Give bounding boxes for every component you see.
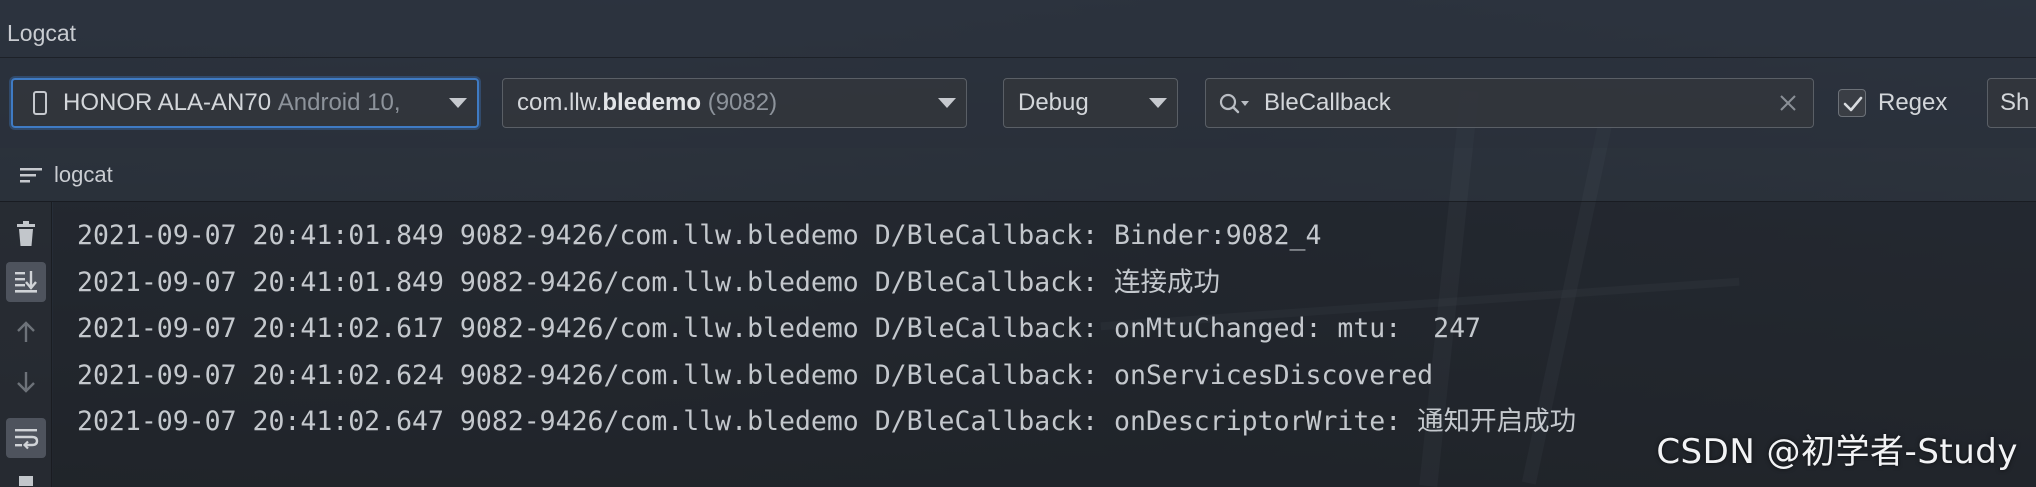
logcat-window: Logcat HONOR ALA-AN70 Android 10, com.ll… — [0, 0, 2036, 487]
log-line: 2021-09-07 20:41:01.849 9082-9426/com.ll… — [77, 267, 1221, 298]
log-line: 2021-09-07 20:41:02.647 9082-9426/com.ll… — [77, 406, 1577, 437]
device-detail: Android 10, — [277, 89, 401, 116]
log-line: 2021-09-07 20:41:01.849 9082-9426/com.ll… — [77, 220, 1322, 251]
device-name: HONOR ALA-AN70 — [63, 89, 272, 116]
search-field[interactable] — [1205, 78, 1814, 128]
chevron-down-icon[interactable] — [1149, 98, 1167, 108]
log-level-value: Debug — [1018, 89, 1089, 116]
show-filter-selector[interactable]: Sh — [1987, 78, 2036, 128]
soft-wrap-icon — [15, 429, 39, 450]
watermark: CSDN @初学者-Study — [1656, 432, 2018, 472]
package-selector[interactable]: com.llw. bledemo (9082) — [502, 78, 967, 128]
tab-label: logcat — [54, 162, 113, 187]
log-level-selector[interactable]: Debug — [1003, 78, 1178, 128]
search-icon[interactable] — [1218, 91, 1252, 117]
package-prefix: com.llw. — [517, 89, 603, 116]
checkmark-icon — [1843, 96, 1863, 112]
previous-occurrence-button[interactable] — [6, 312, 46, 352]
arrow-down-icon — [17, 372, 35, 393]
regex-label: Regex — [1878, 89, 1948, 116]
log-line: 2021-09-07 20:41:02.617 9082-9426/com.ll… — [77, 313, 1481, 344]
show-filter-label: Sh — [2000, 89, 2030, 116]
scroll-to-end-button[interactable] — [6, 262, 46, 302]
window-title: Logcat — [7, 20, 77, 46]
more-icon — [19, 476, 33, 486]
chevron-down-icon[interactable] — [449, 98, 467, 108]
trash-icon — [17, 221, 35, 246]
regex-toggle[interactable]: Regex — [1838, 88, 1947, 118]
clear-icon[interactable] — [1777, 92, 1799, 114]
logcat-toolbar: HONOR ALA-AN70 Android 10, com.llw. blede… — [0, 58, 2036, 148]
more-actions-button[interactable] — [6, 468, 46, 486]
clear-logcat-button[interactable] — [6, 214, 46, 254]
device-selector[interactable]: HONOR ALA-AN70 Android 10, — [11, 78, 479, 128]
search-input[interactable] — [1264, 85, 1744, 121]
phone-icon — [33, 91, 47, 115]
package-pid: (9082) — [707, 89, 778, 116]
chevron-down-icon[interactable] — [938, 98, 956, 108]
arrow-up-icon — [17, 321, 35, 342]
tab-row: logcat — [0, 148, 2036, 202]
tab-logcat[interactable]: logcat — [20, 161, 113, 189]
action-gutter — [0, 202, 52, 487]
regex-checkbox[interactable] — [1838, 89, 1866, 117]
package-name-bold: bledemo — [602, 89, 702, 116]
title-bar: Logcat — [0, 0, 2036, 58]
scroll-to-end-icon — [15, 271, 37, 293]
log-line: 2021-09-07 20:41:02.624 9082-9426/com.ll… — [77, 360, 1434, 391]
logcat-lines-icon — [20, 168, 42, 183]
next-occurrence-button[interactable] — [6, 362, 46, 402]
soft-wrap-button[interactable] — [6, 418, 46, 458]
